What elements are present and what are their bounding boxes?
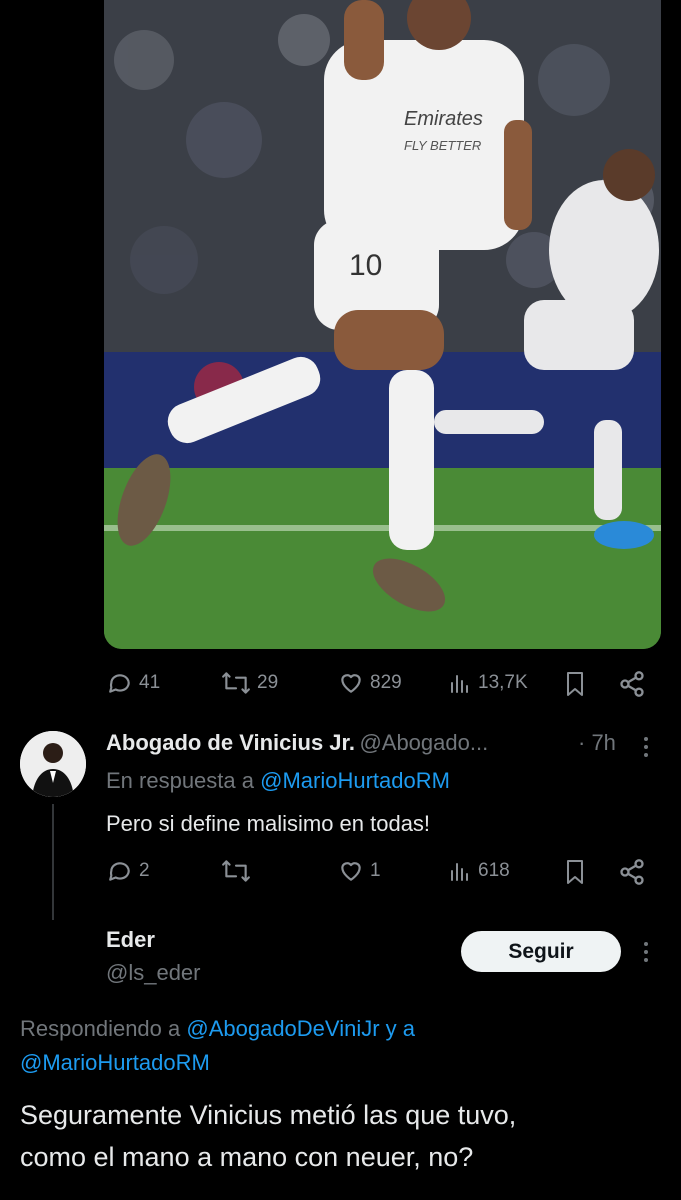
retweet-action[interactable]: 29 bbox=[221, 670, 278, 696]
views-chart-icon bbox=[451, 675, 468, 693]
reply2-text-line: Seguramente Vinicius metió las que tuvo, bbox=[20, 1100, 517, 1130]
reply2-text: Seguramente Vinicius metió las que tuvo,… bbox=[20, 1094, 670, 1178]
reply1-header: Abogado de Vinicius Jr. @Abogado... bbox=[106, 730, 488, 756]
in-reply-label: En respuesta a bbox=[106, 768, 254, 793]
heart-icon bbox=[341, 674, 361, 693]
retweet-action[interactable] bbox=[221, 858, 257, 884]
svg-text:Emirates: Emirates bbox=[404, 108, 483, 130]
reply-icon bbox=[109, 862, 130, 881]
more-options-icon[interactable] bbox=[644, 737, 648, 757]
display-name[interactable]: Eder bbox=[106, 927, 155, 953]
reply-count: 41 bbox=[139, 672, 161, 693]
bookmark-action[interactable] bbox=[563, 670, 587, 698]
reply2-text-line: como el mano a mano con neuer, no? bbox=[20, 1142, 474, 1172]
bookmark-action[interactable] bbox=[563, 858, 587, 886]
thread-line bbox=[52, 804, 54, 920]
like-action[interactable]: 1 bbox=[338, 858, 381, 884]
share-icon bbox=[620, 859, 644, 885]
in-reply-to: En respuesta a @MarioHurtadoRM bbox=[106, 768, 450, 794]
share-action[interactable] bbox=[618, 670, 646, 698]
like-count: 829 bbox=[370, 672, 402, 693]
views-action[interactable]: 13,7K bbox=[448, 670, 528, 696]
svg-text:10: 10 bbox=[349, 249, 382, 282]
display-name[interactable]: Abogado de Vinicius Jr. bbox=[106, 730, 355, 755]
share-action[interactable] bbox=[618, 858, 646, 886]
tweet-media-image[interactable]: Emirates FLY BETTER 10 bbox=[104, 0, 661, 649]
views-chart-icon bbox=[451, 863, 468, 881]
reply1-text: Pero si define malisimo en todas! bbox=[106, 811, 431, 836]
reply-action[interactable]: 2 bbox=[107, 858, 150, 884]
retweet-icon bbox=[222, 860, 250, 882]
more-options-icon[interactable] bbox=[644, 942, 648, 962]
reply-count: 2 bbox=[139, 860, 150, 881]
like-action[interactable]: 829 bbox=[338, 670, 402, 696]
svg-text:FLY BETTER: FLY BETTER bbox=[404, 138, 481, 153]
bookmark-icon bbox=[567, 672, 583, 696]
avatar[interactable] bbox=[20, 731, 86, 797]
share-icon bbox=[620, 671, 644, 697]
retweet-icon bbox=[222, 672, 250, 694]
reply-action[interactable]: 41 bbox=[107, 670, 160, 696]
user-handle[interactable]: @Abogado... bbox=[359, 730, 488, 755]
replying-label: Respondiendo a bbox=[20, 1016, 181, 1041]
follow-button[interactable]: Seguir bbox=[461, 931, 621, 972]
retweet-count: 29 bbox=[257, 672, 279, 693]
mention-link[interactable]: @MarioHurtadoRM bbox=[260, 768, 450, 793]
mention-link[interactable]: @AbogadoDeViniJr bbox=[186, 1016, 379, 1041]
user-handle[interactable]: @ls_eder bbox=[106, 960, 201, 986]
timestamp[interactable]: · 7h bbox=[578, 730, 616, 756]
bookmark-icon bbox=[567, 860, 583, 884]
replying-to: Respondiendo a @AbogadoDeViniJr y a @Mar… bbox=[20, 1012, 650, 1080]
mention-connector[interactable]: y a bbox=[386, 1016, 415, 1041]
heart-icon bbox=[341, 862, 361, 881]
like-count: 1 bbox=[370, 860, 381, 881]
views-action[interactable]: 618 bbox=[448, 858, 510, 884]
reply-icon bbox=[109, 674, 130, 693]
mention-link[interactable]: @MarioHurtadoRM bbox=[20, 1050, 210, 1075]
views-count: 618 bbox=[478, 860, 510, 881]
views-count: 13,7K bbox=[478, 672, 528, 693]
